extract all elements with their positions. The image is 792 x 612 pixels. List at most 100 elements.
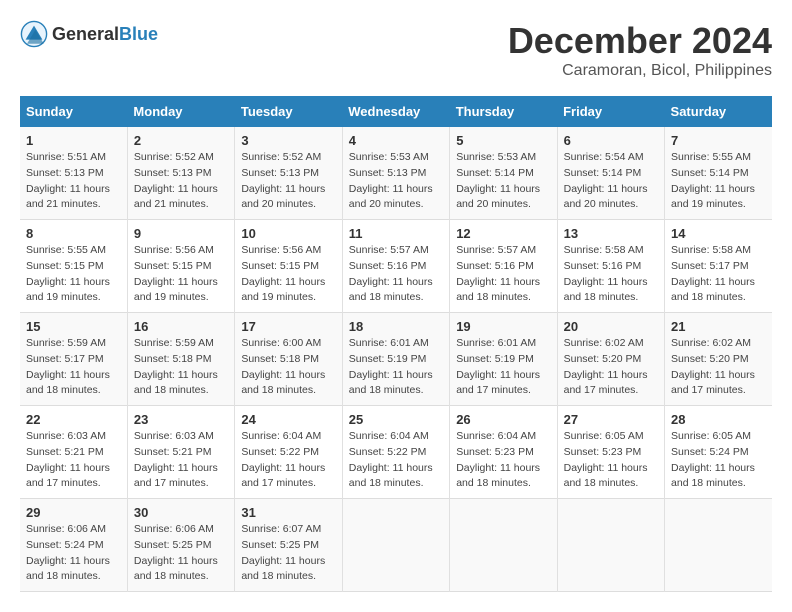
day-number: 26: [456, 412, 550, 427]
header-sunday: Sunday: [20, 96, 127, 127]
day-info: Sunrise: 6:00 AM Sunset: 5:18 PM Dayligh…: [241, 336, 335, 399]
day-info: Sunrise: 5:52 AM Sunset: 5:13 PM Dayligh…: [241, 150, 335, 213]
day-cell: 30 Sunrise: 6:06 AM Sunset: 5:25 PM Dayli…: [127, 499, 234, 592]
day-info: Sunrise: 5:59 AM Sunset: 5:18 PM Dayligh…: [134, 336, 228, 399]
week-row-2: 8Sunrise: 5:55 AM Sunset: 5:15 PM Daylig…: [20, 220, 772, 313]
day-number: 13: [564, 226, 658, 241]
week-row-5: 29 Sunrise: 6:06 AM Sunset: 5:24 PM Dayli…: [20, 499, 772, 592]
day-number: 2: [134, 133, 228, 148]
day-number: 25: [349, 412, 443, 427]
day-cell: 18 Sunrise: 6:01 AM Sunset: 5:19 PM Dayli…: [342, 313, 449, 406]
day-number: 29: [26, 505, 121, 520]
day-info: Sunrise: 6:05 AM Sunset: 5:24 PM Dayligh…: [671, 429, 766, 492]
day-cell: 23 Sunrise: 6:03 AM Sunset: 5:21 PM Dayli…: [127, 406, 234, 499]
title-area: December 2024 Caramoran, Bicol, Philippi…: [508, 20, 772, 80]
week-row-4: 22 Sunrise: 6:03 AM Sunset: 5:21 PM Dayli…: [20, 406, 772, 499]
day-cell: [450, 499, 557, 592]
subtitle: Caramoran, Bicol, Philippines: [508, 62, 772, 80]
header-friday: Friday: [557, 96, 664, 127]
day-info: Sunrise: 5:57 AM Sunset: 5:16 PM Dayligh…: [456, 243, 550, 306]
day-number: 4: [349, 133, 443, 148]
day-number: 28: [671, 412, 766, 427]
day-info: Sunrise: 5:56 AM Sunset: 5:15 PM Dayligh…: [241, 243, 335, 306]
day-cell: [557, 499, 664, 592]
day-number: 12: [456, 226, 550, 241]
day-cell: 20 Sunrise: 6:02 AM Sunset: 5:20 PM Dayli…: [557, 313, 664, 406]
day-number: 19: [456, 319, 550, 334]
day-cell: 21 Sunrise: 6:02 AM Sunset: 5:20 PM Dayli…: [665, 313, 772, 406]
day-number: 10: [241, 226, 335, 241]
day-cell: 6 Sunrise: 5:54 AM Sunset: 5:14 PM Daylig…: [557, 127, 664, 220]
day-info: Sunrise: 6:02 AM Sunset: 5:20 PM Dayligh…: [564, 336, 658, 399]
day-cell: 11Sunrise: 5:57 AM Sunset: 5:16 PM Dayli…: [342, 220, 449, 313]
day-number: 20: [564, 319, 658, 334]
day-number: 6: [564, 133, 658, 148]
day-info: Sunrise: 6:01 AM Sunset: 5:19 PM Dayligh…: [456, 336, 550, 399]
day-number: 1: [26, 133, 121, 148]
day-cell: 8Sunrise: 5:55 AM Sunset: 5:15 PM Daylig…: [20, 220, 127, 313]
day-cell: 4 Sunrise: 5:53 AM Sunset: 5:13 PM Daylig…: [342, 127, 449, 220]
day-cell: [665, 499, 772, 592]
page-header: GeneralBlue December 2024 Caramoran, Bic…: [20, 20, 772, 80]
day-info: Sunrise: 6:06 AM Sunset: 5:24 PM Dayligh…: [26, 522, 121, 585]
day-number: 21: [671, 319, 766, 334]
day-number: 15: [26, 319, 121, 334]
logo-icon: [20, 20, 48, 48]
day-cell: 12 Sunrise: 5:57 AM Sunset: 5:16 PM Dayli…: [450, 220, 557, 313]
header-thursday: Thursday: [450, 96, 557, 127]
day-cell: 22Sunrise: 6:03 AM Sunset: 5:21 PM Dayli…: [20, 406, 127, 499]
day-cell: 10 Sunrise: 5:56 AM Sunset: 5:15 PM Dayli…: [235, 220, 342, 313]
day-info: Sunrise: 5:54 AM Sunset: 5:14 PM Dayligh…: [564, 150, 658, 213]
day-cell: [342, 499, 449, 592]
day-info: Sunrise: 6:05 AM Sunset: 5:23 PM Dayligh…: [564, 429, 658, 492]
day-info: Sunrise: 5:59 AM Sunset: 5:17 PM Dayligh…: [26, 336, 121, 399]
logo-general: GeneralBlue: [52, 24, 158, 45]
day-cell: 1 Sunrise: 5:51 AM Sunset: 5:13 PM Daylig…: [20, 127, 127, 220]
header-monday: Monday: [127, 96, 234, 127]
day-info: Sunrise: 5:53 AM Sunset: 5:13 PM Dayligh…: [349, 150, 443, 213]
day-cell: 24Sunrise: 6:04 AM Sunset: 5:22 PM Dayli…: [235, 406, 342, 499]
day-number: 18: [349, 319, 443, 334]
day-info: Sunrise: 5:52 AM Sunset: 5:13 PM Dayligh…: [134, 150, 228, 213]
logo: GeneralBlue: [20, 20, 158, 48]
day-info: Sunrise: 5:53 AM Sunset: 5:14 PM Dayligh…: [456, 150, 550, 213]
day-cell: 13 Sunrise: 5:58 AM Sunset: 5:16 PM Dayli…: [557, 220, 664, 313]
day-number: 23: [134, 412, 228, 427]
day-info: Sunrise: 6:02 AM Sunset: 5:20 PM Dayligh…: [671, 336, 766, 399]
day-number: 5: [456, 133, 550, 148]
day-number: 31: [241, 505, 335, 520]
day-info: Sunrise: 6:06 AM Sunset: 5:25 PM Dayligh…: [134, 522, 228, 585]
day-info: Sunrise: 5:57 AM Sunset: 5:16 PM Dayligh…: [349, 243, 443, 306]
day-info: Sunrise: 6:04 AM Sunset: 5:22 PM Dayligh…: [241, 429, 335, 492]
main-title: December 2024: [508, 20, 772, 62]
week-row-3: 15 Sunrise: 5:59 AM Sunset: 5:17 PM Dayli…: [20, 313, 772, 406]
day-number: 27: [564, 412, 658, 427]
header-saturday: Saturday: [665, 96, 772, 127]
day-info: Sunrise: 6:03 AM Sunset: 5:21 PM Dayligh…: [134, 429, 228, 492]
header-tuesday: Tuesday: [235, 96, 342, 127]
day-number: 17: [241, 319, 335, 334]
day-info: Sunrise: 5:58 AM Sunset: 5:16 PM Dayligh…: [564, 243, 658, 306]
day-cell: 15 Sunrise: 5:59 AM Sunset: 5:17 PM Dayli…: [20, 313, 127, 406]
day-info: Sunrise: 5:55 AM Sunset: 5:14 PM Dayligh…: [671, 150, 766, 213]
day-cell: 19 Sunrise: 6:01 AM Sunset: 5:19 PM Dayli…: [450, 313, 557, 406]
day-info: Sunrise: 6:01 AM Sunset: 5:19 PM Dayligh…: [349, 336, 443, 399]
day-info: Sunrise: 6:07 AM Sunset: 5:25 PM Dayligh…: [241, 522, 335, 585]
day-number: 30: [134, 505, 228, 520]
day-info: Sunrise: 5:56 AM Sunset: 5:15 PM Dayligh…: [134, 243, 228, 306]
header-wednesday: Wednesday: [342, 96, 449, 127]
day-number: 22: [26, 412, 121, 427]
day-info: Sunrise: 5:51 AM Sunset: 5:13 PM Dayligh…: [26, 150, 121, 213]
day-number: 7: [671, 133, 766, 148]
day-info: Sunrise: 5:55 AM Sunset: 5:15 PM Dayligh…: [26, 243, 121, 306]
day-cell: 14Sunrise: 5:58 AM Sunset: 5:17 PM Dayli…: [665, 220, 772, 313]
day-cell: 9Sunrise: 5:56 AM Sunset: 5:15 PM Daylig…: [127, 220, 234, 313]
day-cell: 5 Sunrise: 5:53 AM Sunset: 5:14 PM Daylig…: [450, 127, 557, 220]
day-cell: 28 Sunrise: 6:05 AM Sunset: 5:24 PM Dayli…: [665, 406, 772, 499]
day-cell: 7 Sunrise: 5:55 AM Sunset: 5:14 PM Daylig…: [665, 127, 772, 220]
day-number: 14: [671, 226, 766, 241]
day-cell: 17 Sunrise: 6:00 AM Sunset: 5:18 PM Dayli…: [235, 313, 342, 406]
day-cell: 16Sunrise: 5:59 AM Sunset: 5:18 PM Dayli…: [127, 313, 234, 406]
day-cell: 3Sunrise: 5:52 AM Sunset: 5:13 PM Daylig…: [235, 127, 342, 220]
day-cell: 25Sunrise: 6:04 AM Sunset: 5:22 PM Dayli…: [342, 406, 449, 499]
